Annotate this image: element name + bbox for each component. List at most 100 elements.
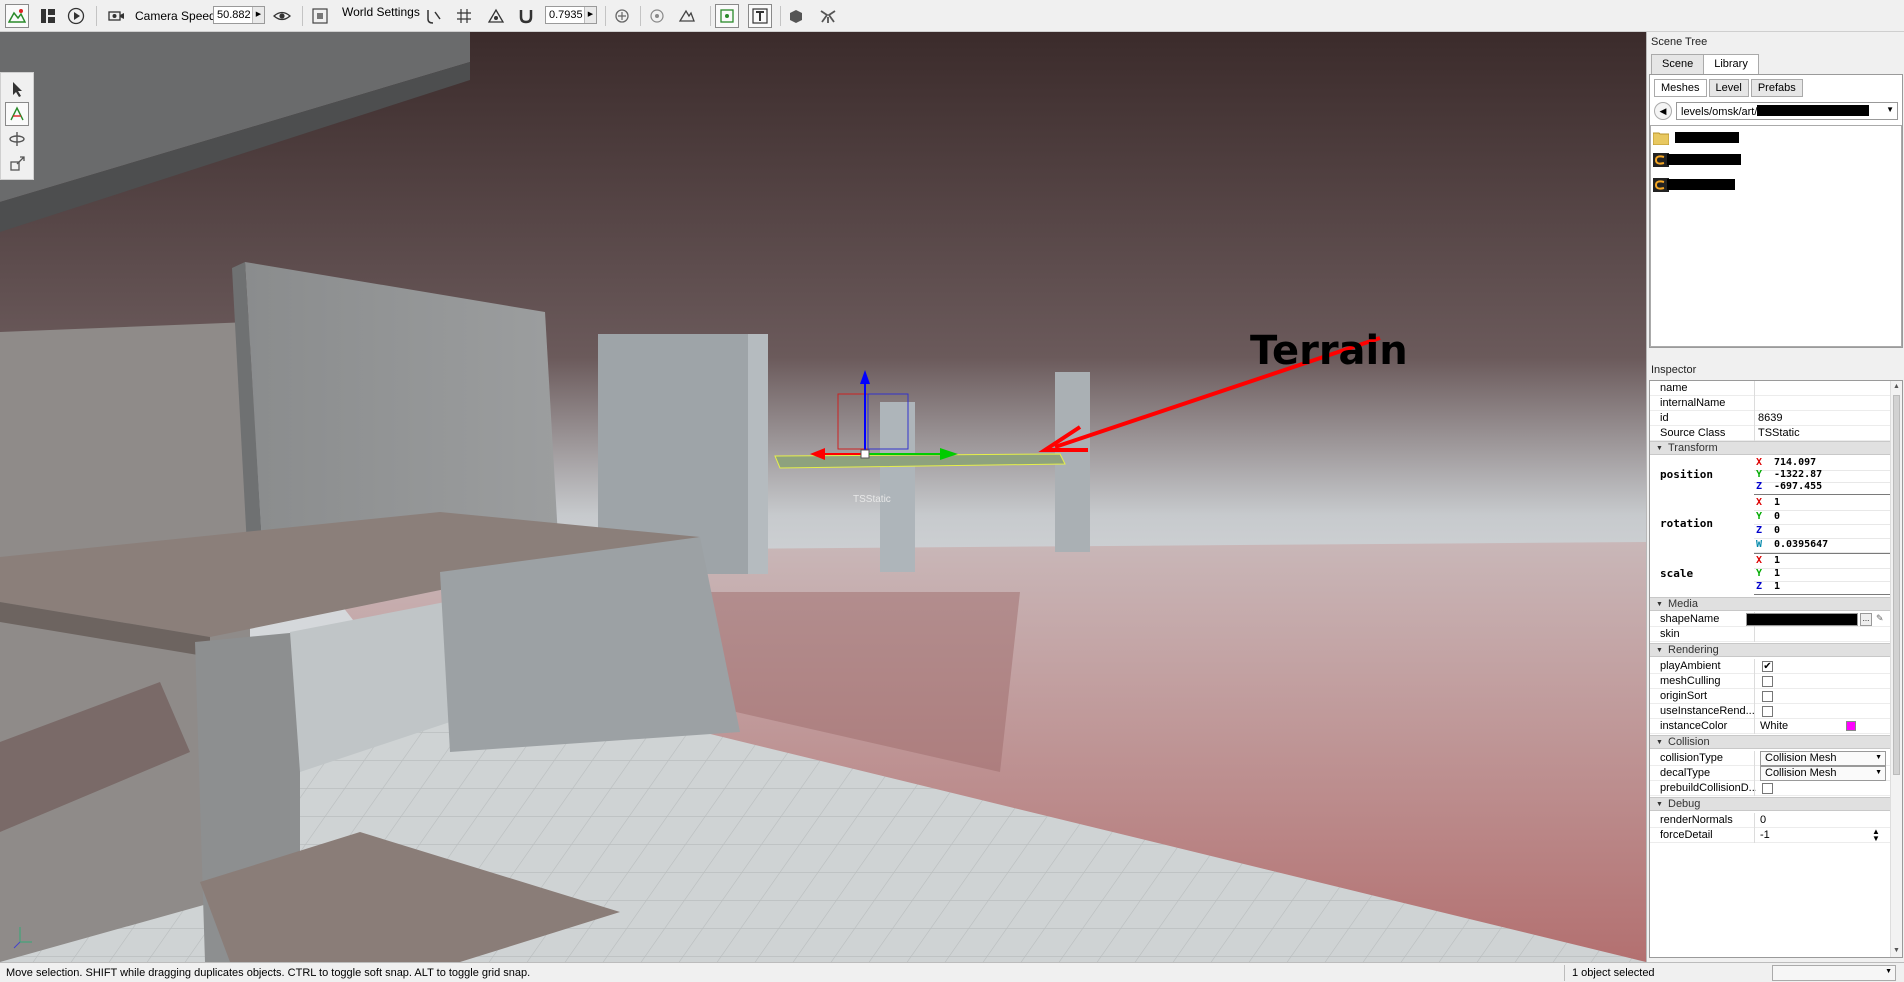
camera-icon[interactable] (104, 4, 128, 28)
subtab-prefabs[interactable]: Prefabs (1750, 79, 1803, 97)
tab-library[interactable]: Library (1703, 54, 1759, 74)
selection-mode-icon[interactable] (610, 4, 634, 28)
group-media[interactable]: ▼ Media (1650, 597, 1890, 611)
collapse-triangle-icon: ▼ (1656, 445, 1663, 452)
increment-arrow-icon[interactable]: ▶ (252, 7, 264, 23)
instance-color-value[interactable]: White (1760, 720, 1788, 732)
inspector-row-source-class: Source Class TSStatic (1650, 426, 1890, 441)
library-file-list (1650, 125, 1902, 347)
field-label: shapeName (1660, 613, 1720, 625)
world-settings-button[interactable]: World Settings (342, 5, 420, 19)
group-rendering[interactable]: ▼ Rendering (1650, 643, 1890, 657)
group-collision[interactable]: ▼ Collision (1650, 735, 1890, 749)
back-arrow-icon[interactable]: ◀ (1654, 102, 1672, 120)
scale-y-field[interactable]: Y1 (1754, 568, 1890, 582)
scale-z-field[interactable]: Z1 (1754, 581, 1890, 595)
object-text-icon[interactable] (748, 4, 772, 28)
snap-size-field[interactable]: 0.7935 ▶ (545, 6, 597, 24)
scroll-up-icon[interactable]: ▲ (1893, 383, 1900, 390)
object-centers-icon[interactable] (645, 4, 669, 28)
field-label: collisionType (1660, 752, 1723, 764)
library-path-combo[interactable]: levels/omsk/art/ ▼ (1676, 102, 1898, 120)
scroll-down-icon[interactable]: ▼ (1893, 947, 1900, 954)
grid-snap-icon[interactable] (452, 4, 476, 28)
chevron-down-icon: ▼ (1875, 769, 1882, 776)
snap-to-terrain-icon[interactable] (422, 4, 446, 28)
inspector-row-mesh-culling: meshCulling (1650, 674, 1890, 689)
inspector-scrollbar[interactable]: ▲ ▼ (1890, 381, 1902, 957)
prefab-icon[interactable] (784, 4, 808, 28)
gui-editor-icon[interactable] (36, 4, 60, 28)
collapse-triangle-icon: ▼ (1656, 801, 1663, 808)
scene-tree-title: Scene Tree (1651, 36, 1708, 48)
snap-size-value: 0.7935 (549, 9, 583, 21)
redacted-block (1675, 132, 1739, 143)
scale-x-field[interactable]: X1 (1754, 555, 1890, 569)
inspector-row-render-normals: renderNormals 0 (1650, 813, 1890, 828)
3d-viewport[interactable]: Terrain TSStatic (0, 32, 1646, 962)
tab-scene[interactable]: Scene (1651, 54, 1705, 74)
scrollbar-thumb[interactable] (1893, 395, 1900, 775)
decal-type-dropdown[interactable]: Collision Mesh ▼ (1760, 766, 1886, 781)
scale-gizmo-icon[interactable] (5, 152, 29, 176)
position-z-field[interactable]: Z -697.455 (1754, 481, 1890, 495)
render-normals-field[interactable]: 0 (1760, 814, 1766, 826)
inspector-row-decal-type: decalType Collision Mesh ▼ (1650, 766, 1890, 781)
bounds-snap-icon[interactable] (484, 4, 508, 28)
edit-shape-icon[interactable]: ✎ (1876, 613, 1884, 624)
shape-name-field[interactable] (1746, 613, 1858, 626)
use-instance-checkbox[interactable] (1762, 706, 1773, 717)
status-dropdown[interactable]: ▼ (1772, 965, 1896, 981)
right-panel: Scene Tree Scene Library Meshes Level Pr… (1646, 32, 1904, 962)
library-path-text: levels/omsk/art/ (1681, 106, 1758, 118)
camera-speed-field[interactable]: 50.882 ▶ (213, 6, 265, 24)
rotate-gizmo-icon[interactable] (5, 127, 29, 151)
chevron-down-icon: ▼ (1875, 754, 1882, 761)
field-label: meshCulling (1660, 675, 1721, 687)
force-detail-field[interactable]: -1 (1760, 829, 1770, 841)
visibility-eye-icon[interactable] (270, 4, 294, 28)
magnet-snap-icon[interactable] (514, 4, 538, 28)
prebuild-collision-checkbox[interactable] (1762, 783, 1773, 794)
field-label: prebuildCollisionD... (1660, 782, 1756, 794)
group-debug[interactable]: ▼ Debug (1650, 797, 1890, 811)
subtab-level[interactable]: Level (1708, 79, 1749, 97)
collision-type-dropdown[interactable]: Collision Mesh ▼ (1760, 751, 1886, 766)
rotation-w-field[interactable]: W 0.0395647 (1754, 539, 1890, 553)
rotation-z-field[interactable]: Z0 (1754, 525, 1890, 539)
id-value: 8639 (1758, 412, 1783, 424)
spinner-arrows-icon[interactable]: ▲ ▼ (1872, 828, 1880, 843)
play-game-icon[interactable] (64, 4, 88, 28)
collapse-triangle-icon: ▼ (1656, 739, 1663, 746)
fit-view-icon[interactable] (308, 4, 332, 28)
explode-prefab-icon[interactable] (816, 4, 840, 28)
scale-label: scale (1660, 567, 1694, 580)
object-class-label: TSStatic (853, 494, 891, 505)
rotation-y-field[interactable]: Y0 (1754, 511, 1890, 525)
world-editor-icon[interactable] (5, 4, 29, 28)
redacted-block (1667, 154, 1741, 165)
inspector-row-internal-name: internalName (1650, 396, 1890, 411)
selection-count: 1 object selected (1572, 967, 1655, 979)
position-label: position (1660, 468, 1713, 481)
scene-render (0, 32, 1646, 962)
play-ambient-checkbox[interactable]: ✔ (1762, 661, 1773, 672)
status-message: Move selection. SHIFT while dragging dup… (6, 967, 531, 979)
status-bar: Move selection. SHIFT while dragging dup… (0, 962, 1904, 982)
field-label: forceDetail (1660, 829, 1713, 841)
library-panel: Meshes Level Prefabs ◀ levels/omsk/art/ … (1649, 74, 1903, 348)
origin-sort-checkbox[interactable] (1762, 691, 1773, 702)
select-arrow-icon[interactable] (5, 77, 29, 101)
mesh-culling-checkbox[interactable] (1762, 676, 1773, 687)
move-gizmo-icon[interactable] (5, 102, 29, 126)
subtab-meshes[interactable]: Meshes (1654, 79, 1707, 97)
browse-button[interactable]: ... (1860, 613, 1872, 626)
group-transform[interactable]: ▼ Transform (1650, 441, 1890, 455)
transform-tools-palette (0, 72, 34, 180)
world-transform-icon[interactable] (675, 4, 699, 28)
inspector-title: Inspector (1651, 364, 1697, 376)
rotation-x-field[interactable]: X1 (1754, 497, 1890, 511)
increment-arrow-icon[interactable]: ▶ (584, 7, 596, 23)
color-swatch[interactable] (1846, 721, 1856, 731)
object-box-icon[interactable] (715, 4, 739, 28)
